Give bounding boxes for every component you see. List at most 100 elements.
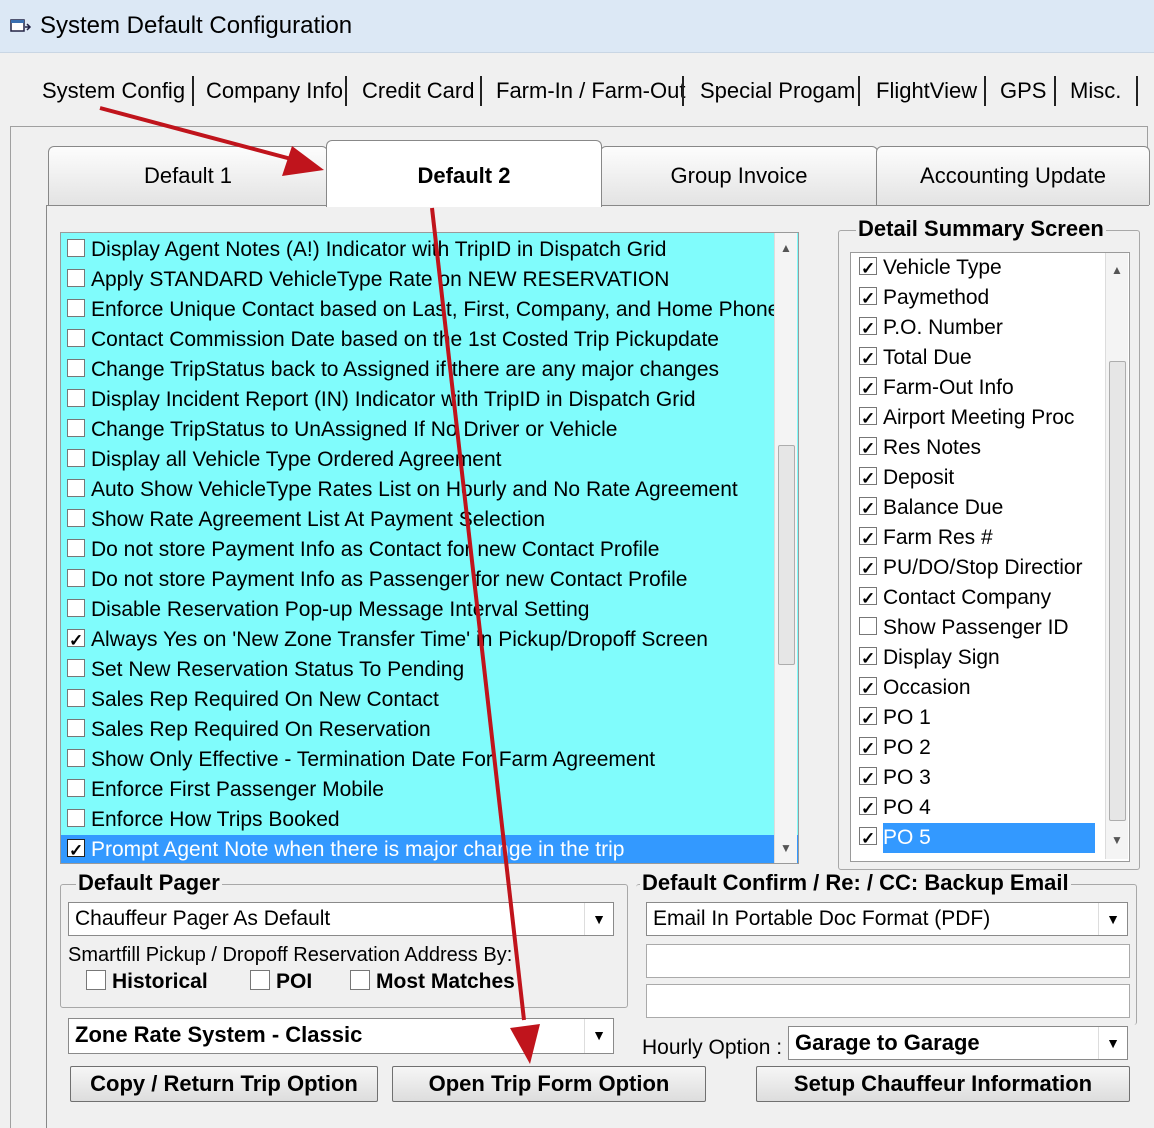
detail-checkbox[interactable] — [859, 284, 877, 314]
copy-return-trip-button[interactable]: Copy / Return Trip Option — [70, 1066, 378, 1102]
option-checkbox[interactable] — [67, 389, 85, 408]
detail-checkbox[interactable] — [859, 824, 877, 854]
detail-item[interactable]: Occasion — [859, 673, 1119, 704]
option-checkbox[interactable] — [67, 479, 85, 498]
scroll-down-icon[interactable]: ▼ — [775, 837, 797, 859]
detail-item[interactable]: Contact Company — [859, 583, 1119, 614]
options-scrollbar[interactable]: ▲ ▼ — [774, 233, 797, 863]
option-item[interactable]: Display all Vehicle Type Ordered Agreeme… — [67, 445, 797, 475]
option-item[interactable]: Show Rate Agreement List At Payment Sele… — [67, 505, 797, 535]
detail-item[interactable]: Show Passenger ID — [859, 613, 1119, 643]
historical-checkbox[interactable]: Historical — [86, 970, 208, 994]
detail-checkbox[interactable] — [859, 794, 877, 824]
dropdown-arrow-icon[interactable]: ▼ — [1098, 903, 1127, 935]
detail-item[interactable]: PU/DO/Stop Directior — [859, 553, 1119, 584]
poi-checkbox[interactable]: POI — [250, 970, 312, 994]
tab-gps[interactable]: GPS — [992, 70, 1054, 112]
detail-item[interactable]: Airport Meeting Proc — [859, 403, 1119, 434]
detail-item[interactable]: Res Notes — [859, 433, 1119, 464]
detail-checkbox[interactable] — [859, 404, 877, 434]
scroll-down-icon[interactable]: ▼ — [1106, 829, 1128, 851]
option-item[interactable]: Prompt Agent Note when there is major ch… — [61, 835, 798, 863]
most-matches-checkbox[interactable]: Most Matches — [350, 970, 515, 994]
tab-company-info[interactable]: Company Info — [198, 70, 351, 112]
detail-item[interactable]: Farm Res # — [859, 523, 1119, 554]
option-item[interactable]: Enforce First Passenger Mobile — [67, 775, 797, 805]
tab-accounting-update[interactable]: Accounting Update — [876, 146, 1150, 205]
option-item[interactable]: Display Agent Notes (A!) Indicator with … — [67, 235, 797, 265]
detail-item[interactable]: Paymethod — [859, 283, 1119, 314]
detail-item[interactable]: PO 5 — [859, 823, 1119, 854]
option-checkbox[interactable] — [67, 329, 85, 348]
detail-item[interactable]: Farm-Out Info — [859, 373, 1119, 404]
detail-checkbox[interactable] — [859, 524, 877, 554]
option-checkbox[interactable] — [67, 626, 85, 656]
option-checkbox[interactable] — [67, 836, 85, 863]
option-checkbox[interactable] — [67, 779, 85, 798]
detail-checkbox[interactable] — [859, 344, 877, 374]
detail-checkbox[interactable] — [859, 764, 877, 794]
detail-checkbox[interactable] — [859, 464, 877, 494]
detail-item[interactable]: PO 3 — [859, 763, 1119, 794]
option-checkbox[interactable] — [67, 539, 85, 558]
setup-chauffeur-button[interactable]: Setup Chauffeur Information — [756, 1066, 1130, 1102]
tab-default-2[interactable]: Default 2 — [326, 140, 602, 207]
option-checkbox[interactable] — [67, 419, 85, 438]
option-checkbox[interactable] — [67, 509, 85, 528]
detail-item[interactable]: Total Due — [859, 343, 1119, 374]
option-checkbox[interactable] — [67, 599, 85, 618]
detail-checkbox[interactable] — [859, 644, 877, 674]
detail-checkbox[interactable] — [859, 734, 877, 764]
scrollbar-thumb[interactable] — [778, 445, 795, 665]
option-item[interactable]: Do not store Payment Info as Contact for… — [67, 535, 797, 565]
option-item[interactable]: Apply STANDARD VehicleType Rate on NEW R… — [67, 265, 797, 295]
option-item[interactable]: Always Yes on 'New Zone Transfer Time' i… — [67, 625, 797, 656]
option-item[interactable]: Disable Reservation Pop-up Message Inter… — [67, 595, 797, 625]
option-checkbox[interactable] — [67, 719, 85, 738]
detail-item[interactable]: P.O. Number — [859, 313, 1119, 344]
tab-farm-in-farm-out[interactable]: Farm-In / Farm-Out — [488, 70, 693, 112]
detail-item[interactable]: PO 1 — [859, 703, 1119, 734]
email-format-select[interactable]: Email In Portable Doc Format (PDF) ▼ — [646, 902, 1128, 936]
detail-item[interactable]: Vehicle Type — [859, 253, 1119, 284]
detail-item[interactable]: Deposit — [859, 463, 1119, 494]
option-item[interactable]: Contact Commission Date based on the 1st… — [67, 325, 797, 355]
detail-checkbox[interactable] — [859, 674, 877, 704]
option-item[interactable]: Enforce Unique Contact based on Last, Fi… — [67, 295, 797, 325]
option-item[interactable]: Do not store Payment Info as Passenger f… — [67, 565, 797, 595]
option-checkbox[interactable] — [67, 809, 85, 828]
tab-misc[interactable]: Misc. — [1062, 70, 1129, 112]
detail-checkbox[interactable] — [859, 617, 877, 636]
dropdown-arrow-icon[interactable]: ▼ — [584, 1019, 613, 1053]
backup-email-field-2[interactable] — [646, 984, 1130, 1018]
backup-email-field-1[interactable] — [646, 944, 1130, 978]
tab-special-program[interactable]: Special Progam — [692, 70, 863, 112]
tab-default-1[interactable]: Default 1 — [48, 146, 328, 205]
tab-credit-card[interactable]: Credit Card — [354, 70, 482, 112]
option-checkbox[interactable] — [67, 449, 85, 468]
detail-checkbox[interactable] — [859, 584, 877, 614]
option-checkbox[interactable] — [67, 359, 85, 378]
option-checkbox[interactable] — [67, 749, 85, 768]
option-item[interactable]: Sales Rep Required On Reservation — [67, 715, 797, 745]
default-pager-select[interactable]: Chauffeur Pager As Default ▼ — [68, 902, 614, 936]
detail-checkbox[interactable] — [859, 704, 877, 734]
option-checkbox[interactable] — [67, 689, 85, 708]
tab-group-invoice[interactable]: Group Invoice — [600, 146, 878, 205]
scrollbar-thumb[interactable] — [1109, 361, 1126, 821]
scroll-up-icon[interactable]: ▲ — [775, 237, 797, 259]
option-item[interactable]: Enforce How Trips Booked — [67, 805, 797, 835]
detail-scrollbar[interactable]: ▲ ▼ — [1105, 253, 1128, 859]
option-item[interactable]: Change TripStatus back to Assigned if th… — [67, 355, 797, 385]
tab-system-config[interactable]: System Config — [34, 70, 193, 112]
option-item[interactable]: Set New Reservation Status To Pending — [67, 655, 797, 685]
detail-item[interactable]: PO 2 — [859, 733, 1119, 764]
detail-item[interactable]: Balance Due — [859, 493, 1119, 524]
dropdown-arrow-icon[interactable]: ▼ — [1098, 1027, 1127, 1059]
detail-checkbox[interactable] — [859, 314, 877, 344]
detail-checkbox[interactable] — [859, 494, 877, 524]
option-checkbox[interactable] — [67, 569, 85, 588]
tab-flightview[interactable]: FlightView — [868, 70, 985, 112]
open-trip-form-button[interactable]: Open Trip Form Option — [392, 1066, 706, 1102]
option-checkbox[interactable] — [67, 239, 85, 258]
